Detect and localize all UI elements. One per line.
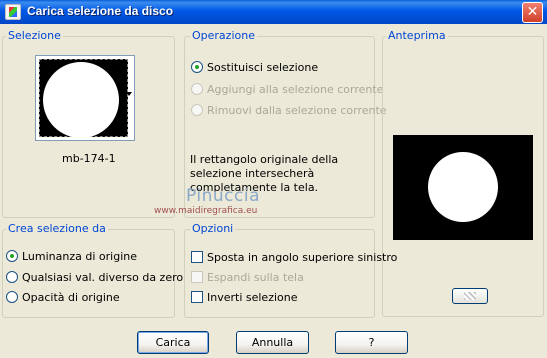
selection-thumbnail-dropdown[interactable] bbox=[35, 55, 135, 141]
checkbox-sposta-label[interactable]: Sposta in angolo superiore sinistro bbox=[207, 251, 397, 264]
checkbox-espandi[interactable] bbox=[191, 271, 203, 283]
watermark-name: Pinuccia bbox=[186, 186, 260, 206]
radio-qualsiasi-label[interactable]: Qualsiasi val. diverso da zero bbox=[22, 271, 183, 284]
radio-opacita-label[interactable]: Opacità di origine bbox=[22, 291, 120, 304]
checkbox-sposta[interactable] bbox=[191, 251, 203, 263]
radio-rimuovi-label[interactable]: Rimuovi dalla selezione corrente bbox=[207, 104, 387, 117]
radio-aggiungi-label[interactable]: Aggiungi alla selezione corrente bbox=[207, 83, 383, 96]
close-button[interactable]: ✕ bbox=[522, 2, 543, 23]
checkbox-inverti-label[interactable]: Inverti selezione bbox=[207, 291, 298, 304]
thumbnail-name: mb-174-1 bbox=[62, 152, 116, 165]
radio-sostituisci[interactable] bbox=[191, 61, 203, 73]
radio-opacita[interactable] bbox=[6, 291, 18, 303]
selection-thumbnail bbox=[39, 59, 128, 138]
checkbox-inverti[interactable] bbox=[191, 291, 203, 303]
radio-luminanza-label[interactable]: Luminanza di origine bbox=[22, 250, 137, 263]
disc-shape bbox=[43, 62, 119, 138]
operazione-label: Operazione bbox=[190, 29, 257, 42]
radio-luminanza[interactable] bbox=[6, 250, 18, 262]
load-button[interactable]: Carica bbox=[137, 331, 209, 354]
radio-rimuovi[interactable] bbox=[191, 104, 203, 116]
title-bar: Carica selezione da disco ✕ bbox=[0, 0, 547, 24]
radio-aggiungi[interactable] bbox=[191, 83, 203, 95]
radio-qualsiasi[interactable] bbox=[6, 271, 18, 283]
checkbox-espandi-label[interactable]: Espandi sulla tela bbox=[207, 271, 304, 284]
selezione-label: Selezione bbox=[6, 29, 63, 42]
cancel-button[interactable]: Annulla bbox=[236, 331, 309, 354]
app-icon bbox=[5, 4, 21, 20]
watermark-url: www.maidiregrafica.eu bbox=[154, 206, 258, 216]
window-title: Carica selezione da disco bbox=[27, 4, 174, 18]
anteprima-label: Anteprima bbox=[386, 29, 448, 42]
opzioni-label: Opzioni bbox=[190, 222, 236, 235]
dropdown-arrow-icon[interactable] bbox=[126, 92, 132, 96]
help-button[interactable]: ? bbox=[335, 331, 408, 354]
preview-canvas bbox=[393, 135, 533, 240]
preview-disc bbox=[428, 152, 498, 222]
preview-toggle-button[interactable] bbox=[452, 288, 488, 304]
crea-label: Crea selezione da bbox=[6, 222, 108, 235]
radio-sostituisci-label[interactable]: Sostituisci selezione bbox=[207, 61, 318, 74]
